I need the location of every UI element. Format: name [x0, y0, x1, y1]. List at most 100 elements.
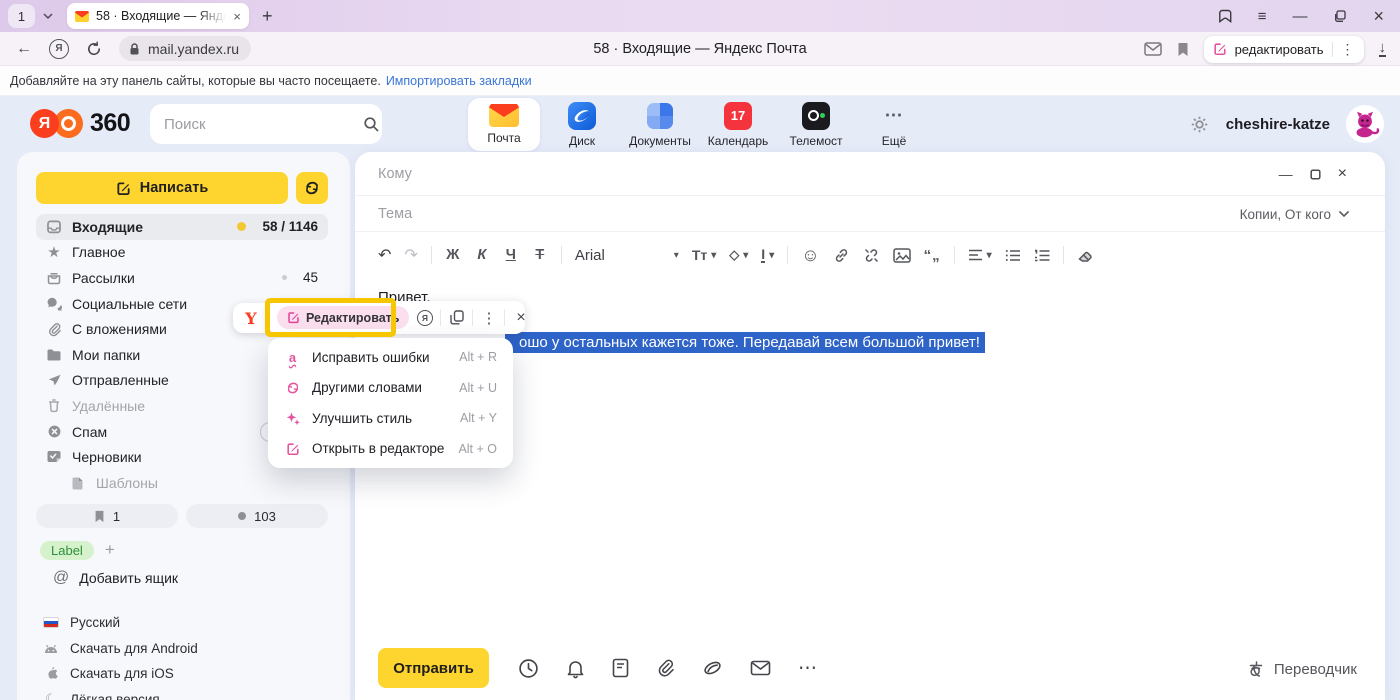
new-tab-button[interactable]: + [262, 6, 273, 27]
folder-templates[interactable]: Шаблоны [36, 470, 328, 496]
attach-file-icon[interactable] [656, 658, 675, 678]
editor-extension-button[interactable]: редактировать ⋮ [1204, 36, 1364, 63]
mail-notifications-icon[interactable] [1144, 42, 1162, 56]
font-size-select[interactable]: Tт ▾ [692, 247, 716, 263]
menu-item-open-editor[interactable]: Открыть в редакторе Alt + O [268, 434, 513, 465]
user-name[interactable]: cheshire-katze [1226, 116, 1330, 133]
app-documents[interactable]: Документы [624, 98, 696, 151]
add-mailbox-button[interactable]: @ Добавить ящик [53, 569, 178, 587]
assistant-more-icon[interactable]: ⋮ [473, 309, 504, 327]
light-version-link[interactable]: ☾ Лёгкая версия [43, 687, 323, 700]
add-label-icon[interactable]: + [105, 540, 115, 560]
app-telemost-label: Телемост [789, 134, 842, 148]
refresh-button[interactable] [296, 172, 328, 204]
reload-icon[interactable] [86, 41, 102, 57]
app-more[interactable]: ⋯ Ещё [858, 98, 930, 151]
eraser-icon[interactable] [1077, 248, 1094, 263]
to-field[interactable] [378, 166, 878, 182]
send-button[interactable]: Отправить [378, 648, 489, 688]
emoji-icon[interactable]: ☺ [801, 245, 819, 266]
more-options-icon[interactable]: ⋯ [798, 657, 818, 680]
undo-icon[interactable]: ↶ [378, 245, 391, 265]
folder-inbox[interactable]: Входящие 58 / 1146 [36, 214, 328, 240]
menu-item-fix-errors[interactable]: а Исправить ошибки Alt + R [268, 342, 513, 373]
yandex-disk-icon[interactable] [702, 659, 723, 677]
search-input[interactable] [164, 116, 363, 133]
url-field[interactable]: mail.yandex.ru [119, 36, 251, 61]
align-select[interactable]: ▾ [968, 249, 992, 261]
unread-filter-pill[interactable]: 103 [186, 504, 328, 528]
app-mail[interactable]: Почта [468, 98, 540, 151]
chat-bubbles-icon [46, 296, 62, 311]
selected-text[interactable]: ошо у остальных кажется тоже. Передавай … [505, 332, 985, 353]
search-icon[interactable] [363, 116, 380, 133]
copy-icon[interactable] [441, 310, 472, 325]
settings-gear-icon[interactable] [1189, 114, 1210, 135]
numbered-list-icon[interactable] [1034, 249, 1050, 262]
note-icon[interactable] [612, 658, 629, 678]
saved-filter-pill[interactable]: 1 [36, 504, 178, 528]
import-bookmarks-link[interactable]: Импортировать закладки [386, 74, 532, 88]
side-panel-icon[interactable] [1216, 8, 1232, 24]
browser-tab-bar: 1 58 · Входящие — Яндек × + ≡ — × [0, 0, 1400, 32]
tab-list-chevron-icon[interactable] [42, 10, 60, 22]
saved-count: 1 [113, 509, 120, 524]
app-calendar[interactable]: 17 Календарь [702, 98, 774, 151]
folder-newsletters[interactable]: Рассылки 45 [36, 265, 328, 291]
tab-counter-button[interactable]: 1 [8, 4, 35, 28]
window-close-icon[interactable]: × [1373, 6, 1384, 27]
translator-button[interactable]: Переводчик [1247, 660, 1357, 678]
search-box[interactable] [150, 104, 382, 144]
bold-button[interactable]: Ж [445, 247, 461, 263]
compose-minimize-icon[interactable]: — [1279, 166, 1293, 182]
underline-button[interactable]: Ч [503, 247, 519, 263]
strikethrough-button[interactable]: Т [532, 247, 548, 263]
app-telemost[interactable]: Телемост [780, 98, 852, 151]
font-family-select[interactable]: Arial ▾ [575, 247, 679, 264]
assistant-toolbar: Редактировать Я ⋮ × [268, 301, 525, 334]
unlink-icon[interactable] [863, 247, 880, 264]
link-icon[interactable] [833, 247, 850, 264]
folder-important[interactable]: ★ Главное [36, 240, 328, 266]
lock-icon[interactable] [128, 42, 141, 56]
app-disk[interactable]: Диск [546, 98, 618, 151]
menu-item-improve-style[interactable]: Улучшить стиль Alt + Y [268, 403, 513, 434]
language-link[interactable]: Русский [43, 610, 323, 636]
highlight-color-select[interactable]: ◇ ▾ [729, 247, 748, 263]
folder-label: Шаблоны [96, 475, 318, 491]
tab-close-icon[interactable]: × [233, 9, 241, 24]
menu-item-rephrase[interactable]: Другими словами Alt + U [268, 373, 513, 404]
avatar[interactable] [1346, 105, 1384, 143]
assistant-close-icon[interactable]: × [505, 309, 536, 327]
downloads-icon[interactable]: ↓ [1379, 41, 1387, 57]
compose-maximize-icon[interactable] [1310, 169, 1321, 180]
back-icon[interactable]: ← [16, 40, 32, 58]
label-tag[interactable]: Label [40, 541, 94, 560]
android-download-link[interactable]: Скачать для Android [43, 636, 323, 662]
insert-image-icon[interactable] [893, 248, 911, 263]
assistant-edit-button[interactable]: Редактировать [277, 306, 409, 329]
assistant-yandex-icon[interactable]: Я [409, 310, 440, 326]
text-color-select[interactable]: I ▾ [761, 248, 774, 263]
quote-icon[interactable]: “„ [924, 247, 941, 264]
italic-button[interactable]: К [474, 247, 490, 263]
window-restore-icon[interactable] [1333, 9, 1347, 23]
compose-button-label: Написать [140, 180, 209, 196]
envelope-icon[interactable] [750, 660, 771, 676]
browser-menu-icon[interactable]: ≡ [1258, 8, 1267, 25]
editor-extension-menu-icon[interactable]: ⋮ [1341, 41, 1355, 58]
bookmark-icon[interactable] [1177, 42, 1189, 57]
yandex-360-logo[interactable]: Я 360 [30, 109, 130, 138]
subject-field[interactable] [378, 206, 878, 222]
compose-button[interactable]: Написать [36, 172, 288, 204]
reminder-bell-icon[interactable] [566, 658, 585, 679]
cc-from-toggle[interactable]: Копии, От кого [1240, 196, 1350, 232]
yandex-home-icon[interactable]: Я [49, 39, 69, 59]
schedule-send-icon[interactable] [518, 658, 539, 679]
assistant-trigger-button[interactable]: Y [233, 303, 269, 333]
bullet-list-icon[interactable] [1005, 249, 1021, 262]
compose-close-icon[interactable]: × [1338, 165, 1347, 183]
window-minimize-icon[interactable]: — [1292, 8, 1307, 25]
browser-tab[interactable]: 58 · Входящие — Яндек × [67, 3, 249, 29]
ios-download-link[interactable]: Скачать для iOS [43, 661, 323, 687]
